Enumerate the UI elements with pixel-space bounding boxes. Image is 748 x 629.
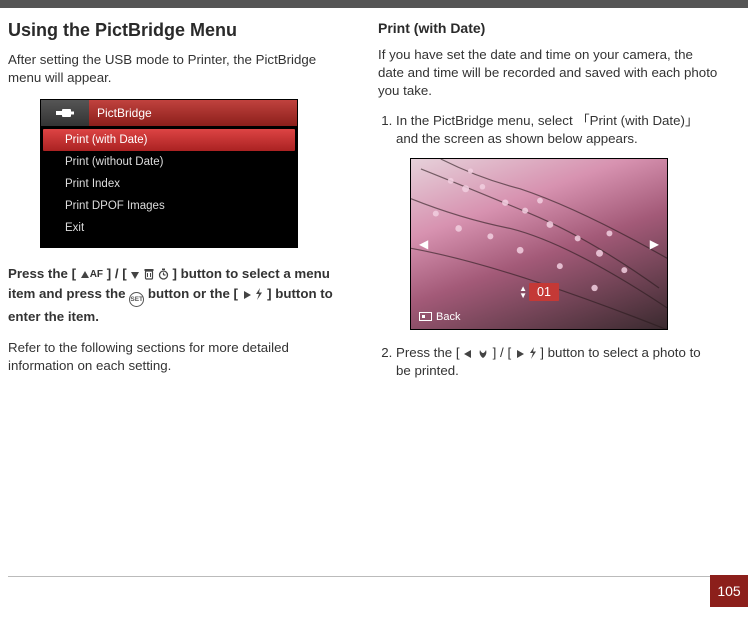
step2-text: Press the [: [396, 345, 460, 360]
menu-item-print-with-date[interactable]: Print (with Date): [43, 129, 295, 151]
menu-item-print-index[interactable]: Print Index: [41, 173, 297, 195]
flash-icon: [255, 288, 263, 300]
instr-text: ] / [: [107, 266, 127, 281]
set-button-icon: SET: [129, 292, 144, 307]
menu-item-print-without-date[interactable]: Print (without Date): [41, 151, 297, 173]
down-arrow-icon: [130, 270, 140, 280]
step-2: Press the [ ] / [ ] button to select a p…: [396, 344, 718, 380]
button-instruction: Press the [ AF ] / [ ] button to select …: [8, 264, 348, 327]
page-content: Using the PictBridge Menu After setting …: [0, 8, 748, 390]
menu-item-print-dpof[interactable]: Print DPOF Images: [41, 195, 297, 217]
counter-value: 01: [529, 283, 559, 301]
back-icon: [419, 312, 432, 321]
top-bar: [0, 0, 748, 8]
trash-icon: [144, 268, 154, 280]
step-1: In the PictBridge menu, select 「Print (w…: [396, 112, 718, 148]
steps-list: In the PictBridge menu, select 「Print (w…: [378, 112, 718, 148]
section-title: Using the PictBridge Menu: [8, 20, 348, 41]
prev-photo-arrow-icon[interactable]: ◀: [419, 237, 428, 251]
up-arrow-icon: [80, 270, 90, 280]
next-photo-arrow-icon[interactable]: ▶: [650, 237, 659, 251]
left-arrow-icon: [463, 349, 473, 359]
af-label: AF: [90, 269, 103, 280]
menu-title: PictBridge: [89, 100, 297, 126]
left-column: Using the PictBridge Menu After setting …: [8, 20, 348, 390]
macro-icon: [477, 347, 489, 359]
photo-preview-screenshot: ◀ ▶ ▲▼ 01 Back: [410, 158, 668, 330]
instr-text: button or the [: [144, 286, 238, 301]
copy-counter: ▲▼ 01: [519, 283, 559, 301]
menu-body: Print (with Date) Print (without Date) P…: [41, 126, 297, 247]
flash-icon: [529, 347, 537, 359]
page-number: 105: [710, 575, 748, 607]
blossom-branches: [411, 159, 667, 330]
refer-paragraph: Refer to the following sections for more…: [8, 339, 348, 375]
footer-divider: [8, 576, 726, 577]
pictbridge-menu-screenshot: PictBridge Print (with Date) Print (with…: [40, 99, 298, 248]
subsection-title: Print (with Date): [378, 20, 718, 36]
right-column: Print (with Date) If you have set the da…: [378, 20, 718, 390]
right-arrow-icon: [515, 349, 525, 359]
instr-text: Press the [: [8, 266, 76, 281]
back-label: Back: [436, 311, 460, 323]
counter-up-down-icon[interactable]: ▲▼: [519, 285, 527, 299]
menu-item-exit[interactable]: Exit: [41, 217, 297, 239]
steps-list-2: Press the [ ] / [ ] button to select a p…: [378, 344, 718, 380]
step2-text: ] / [: [493, 345, 511, 360]
right-arrow-icon: [242, 290, 252, 300]
usb-plug-icon: [55, 107, 75, 119]
timer-icon: [158, 268, 169, 280]
intro-paragraph: After setting the USB mode to Printer, t…: [8, 51, 348, 87]
menu-header: PictBridge: [41, 100, 297, 126]
menu-tab-icon-box: [41, 100, 89, 126]
right-intro: If you have set the date and time on you…: [378, 46, 718, 100]
back-button[interactable]: Back: [419, 311, 460, 323]
